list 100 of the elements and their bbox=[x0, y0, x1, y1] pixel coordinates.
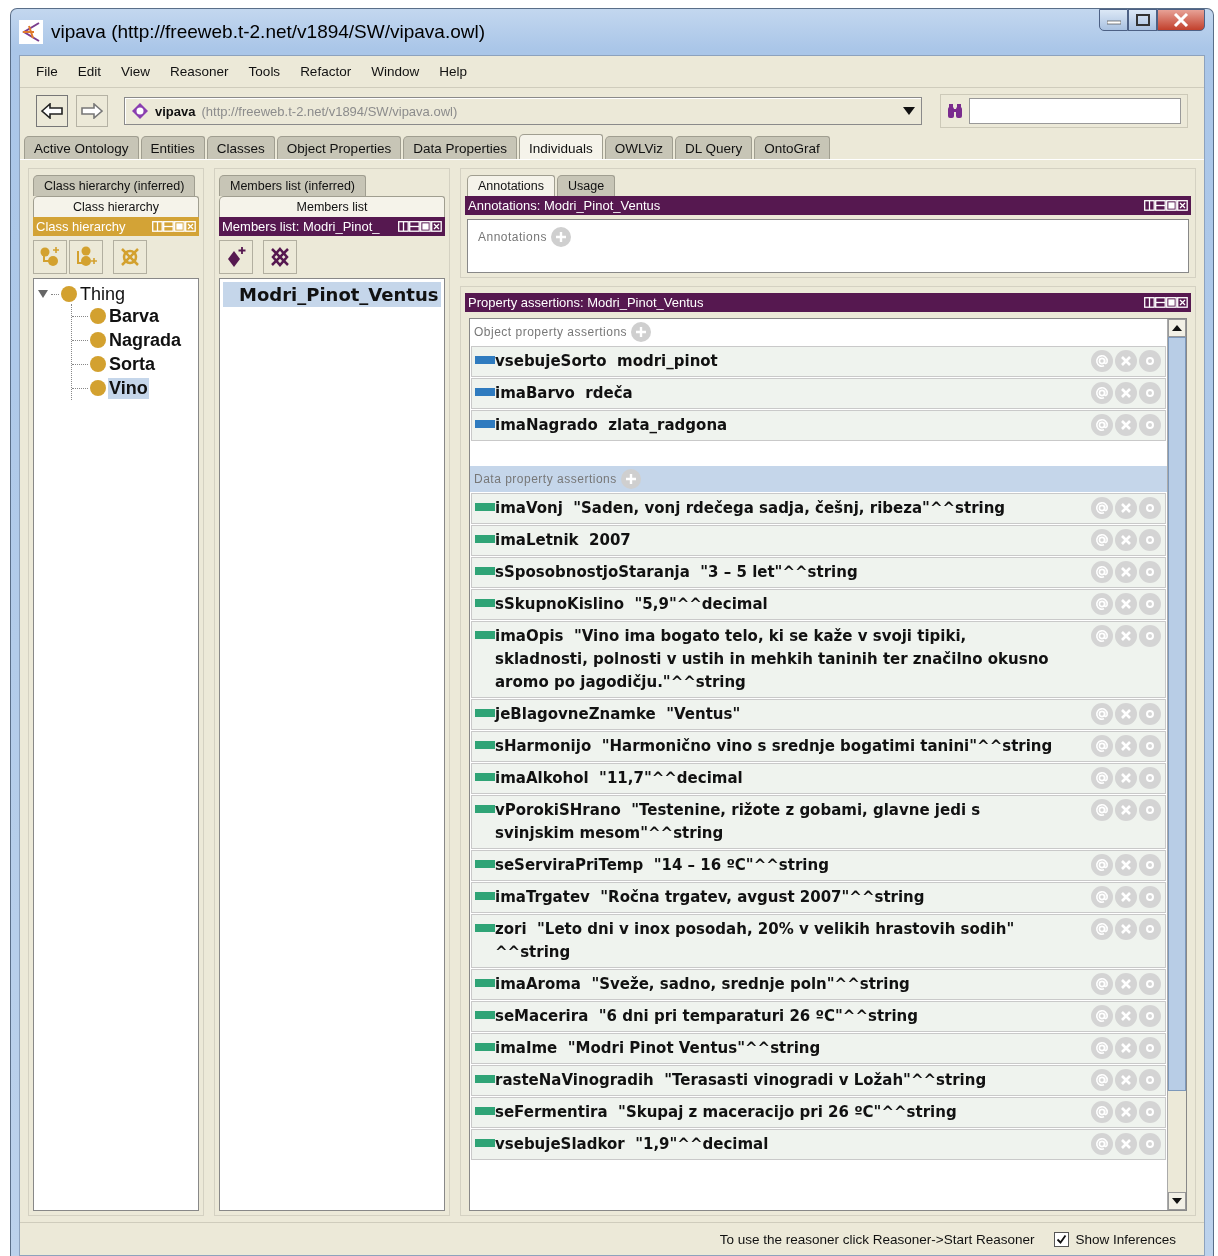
annotate-icon[interactable] bbox=[1091, 382, 1113, 404]
view-controls-icon[interactable] bbox=[1144, 297, 1188, 308]
annotate-icon[interactable] bbox=[1091, 1037, 1113, 1059]
scrollbar-thumb[interactable] bbox=[1168, 337, 1186, 1092]
tab[interactable]: OntoGraf bbox=[754, 136, 830, 159]
annotate-icon[interactable] bbox=[1091, 625, 1113, 647]
add-subclass-button[interactable] bbox=[33, 240, 67, 274]
explain-icon[interactable] bbox=[1139, 1005, 1161, 1027]
assertion-row[interactable]: imaBarvo rdeča bbox=[471, 378, 1166, 409]
view-tab[interactable]: Usage bbox=[557, 175, 616, 196]
delete-icon[interactable] bbox=[1115, 735, 1137, 757]
assertion-row[interactable]: rasteNaVinogradih "Terasasti vinogradi v Ložah"^^string bbox=[471, 1065, 1166, 1096]
delete-icon[interactable] bbox=[1115, 625, 1137, 647]
annotate-icon[interactable] bbox=[1091, 918, 1113, 940]
delete-individual-button[interactable] bbox=[263, 240, 297, 274]
annotate-icon[interactable] bbox=[1091, 1133, 1113, 1155]
scroll-up-button[interactable] bbox=[1168, 319, 1186, 337]
delete-icon[interactable] bbox=[1115, 1101, 1137, 1123]
assertion-row[interactable]: vPorokiSHrano "Testenine, rižote z gobami, glavne jedi s svinjskim mesom"^^string bbox=[471, 795, 1166, 849]
explain-icon[interactable] bbox=[1139, 918, 1161, 940]
annotate-icon[interactable] bbox=[1091, 703, 1113, 725]
add-icon[interactable] bbox=[620, 469, 641, 489]
add-individual-button[interactable] bbox=[219, 240, 253, 274]
assertion-row[interactable]: imaIme "Modri Pinot Ventus"^^string bbox=[471, 1033, 1166, 1064]
tab[interactable]: OWLViz bbox=[604, 136, 673, 159]
delete-icon[interactable] bbox=[1115, 529, 1137, 551]
view-tab[interactable]: Members list (inferred) bbox=[219, 175, 367, 196]
assertion-row[interactable]: sHarmonijo "Harmonično vino s srednje bogatimi tanini"^^string bbox=[471, 731, 1166, 762]
explain-icon[interactable] bbox=[1139, 561, 1161, 583]
explain-icon[interactable] bbox=[1139, 799, 1161, 821]
tab[interactable]: Data Properties bbox=[403, 136, 517, 159]
annotate-icon[interactable] bbox=[1091, 497, 1113, 519]
view-tab[interactable]: Annotations bbox=[467, 175, 556, 196]
annotate-icon[interactable] bbox=[1091, 561, 1113, 583]
assertion-row[interactable]: imaVonj "Saden, vonj rdečega sadja, češnj, ribeza"^^string bbox=[471, 493, 1166, 524]
view-tab[interactable]: Class hierarchy bbox=[33, 196, 199, 217]
annotate-icon[interactable] bbox=[1091, 767, 1113, 789]
show-inferences-checkbox[interactable] bbox=[1054, 1231, 1070, 1247]
assertion-row[interactable]: imaOpis "Vino ima bogato telo, ki se kaže v svoji tipiki, skladnosti, polnosti v ustih in mehkih taninih ter značilno okusno aromo po jagodičju."^^string bbox=[471, 621, 1166, 698]
tree-item[interactable]: Barva bbox=[108, 305, 161, 327]
menu-item[interactable]: Tools bbox=[238, 64, 291, 79]
delete-icon[interactable] bbox=[1115, 561, 1137, 583]
delete-class-button[interactable] bbox=[113, 240, 147, 274]
delete-icon[interactable] bbox=[1115, 886, 1137, 908]
explain-icon[interactable] bbox=[1139, 382, 1161, 404]
explain-icon[interactable] bbox=[1139, 350, 1161, 372]
menu-item[interactable]: View bbox=[111, 64, 161, 79]
assertion-row[interactable]: sSposobnostjoStaranja "3 – 5 let"^^string bbox=[471, 557, 1166, 588]
tab[interactable]: DL Query bbox=[675, 136, 753, 159]
delete-icon[interactable] bbox=[1115, 703, 1137, 725]
explain-icon[interactable] bbox=[1139, 1069, 1161, 1091]
explain-icon[interactable] bbox=[1139, 593, 1161, 615]
view-tab[interactable]: Members list bbox=[219, 196, 445, 217]
explain-icon[interactable] bbox=[1139, 703, 1161, 725]
back-button[interactable] bbox=[36, 95, 68, 127]
dropdown-arrow-icon[interactable] bbox=[903, 107, 915, 115]
annotate-icon[interactable] bbox=[1091, 529, 1113, 551]
search-field[interactable] bbox=[940, 94, 1188, 128]
scroll-down-button[interactable] bbox=[1168, 1192, 1186, 1210]
menu-item[interactable]: Edit bbox=[67, 64, 112, 79]
assertion-row[interactable]: seFermentira "Skupaj z maceracijo pri 26 ºC"^^string bbox=[471, 1097, 1166, 1128]
tab[interactable]: Classes bbox=[206, 136, 275, 159]
close-button[interactable] bbox=[1157, 9, 1205, 31]
add-icon[interactable] bbox=[550, 227, 571, 247]
collapse-toggle-icon[interactable] bbox=[37, 288, 49, 300]
menu-item[interactable]: Reasoner bbox=[160, 64, 239, 79]
maximize-button[interactable] bbox=[1128, 9, 1157, 31]
explain-icon[interactable] bbox=[1139, 854, 1161, 876]
explain-icon[interactable] bbox=[1139, 1101, 1161, 1123]
tree-item[interactable]: Thing bbox=[79, 283, 127, 305]
tree-item[interactable]: Sorta bbox=[108, 353, 156, 375]
delete-icon[interactable] bbox=[1115, 973, 1137, 995]
assertion-row[interactable]: jeBlagovneZnamke "Ventus" bbox=[471, 699, 1166, 730]
tree-item[interactable]: Nagrada bbox=[108, 329, 183, 351]
minimize-button[interactable] bbox=[1099, 9, 1128, 31]
annotate-icon[interactable] bbox=[1091, 735, 1113, 757]
annotate-icon[interactable] bbox=[1091, 414, 1113, 436]
explain-icon[interactable] bbox=[1139, 735, 1161, 757]
tree-item[interactable]: Vino bbox=[108, 377, 149, 399]
annotate-icon[interactable] bbox=[1091, 854, 1113, 876]
annotate-icon[interactable] bbox=[1091, 350, 1113, 372]
explain-icon[interactable] bbox=[1139, 497, 1161, 519]
annotate-icon[interactable] bbox=[1091, 1101, 1113, 1123]
add-sibling-button[interactable] bbox=[69, 240, 103, 274]
assertion-row[interactable]: imaTrgatev "Ročna trgatev, avgust 2007"^^string bbox=[471, 882, 1166, 913]
assertion-row[interactable]: imaAroma "Sveže, sadno, srednje poln"^^string bbox=[471, 969, 1166, 1000]
delete-icon[interactable] bbox=[1115, 918, 1137, 940]
tab[interactable]: Individuals bbox=[518, 134, 603, 159]
assertion-row[interactable]: vsebujeSladkor "1,9"^^decimal bbox=[471, 1129, 1166, 1160]
annotate-icon[interactable] bbox=[1091, 886, 1113, 908]
assertion-row[interactable]: imaAlkohol "11,7"^^decimal bbox=[471, 763, 1166, 794]
assertion-row[interactable]: seMacerira "6 dni pri temparaturi 26 ºC"^^string bbox=[471, 1001, 1166, 1032]
delete-icon[interactable] bbox=[1115, 799, 1137, 821]
tab[interactable]: Entities bbox=[140, 136, 205, 159]
assertion-row[interactable]: imaNagrado zlata_radgona bbox=[471, 410, 1166, 441]
assertion-row[interactable]: sSkupnoKislino "5,9"^^decimal bbox=[471, 589, 1166, 620]
view-controls-icon[interactable] bbox=[1144, 200, 1188, 211]
delete-icon[interactable] bbox=[1115, 593, 1137, 615]
individual-item[interactable]: Modri_Pinot_Ventus bbox=[223, 282, 441, 307]
view-controls-icon[interactable] bbox=[398, 221, 442, 232]
